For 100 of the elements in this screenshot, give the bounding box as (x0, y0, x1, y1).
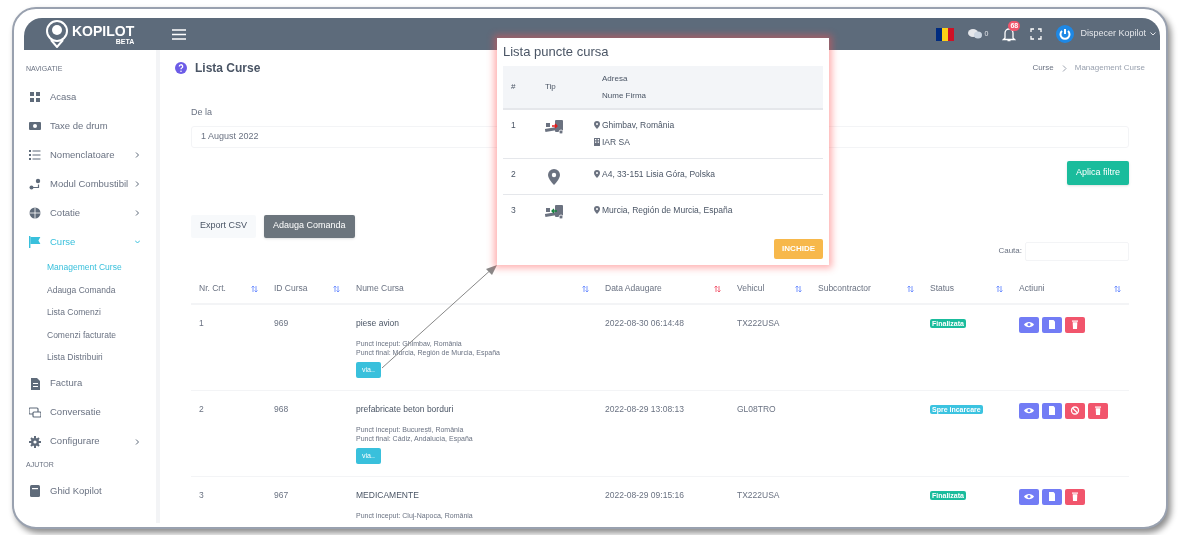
column-header: Nume Firma (602, 89, 647, 102)
help-icon[interactable] (175, 62, 187, 74)
document-icon (1047, 320, 1057, 329)
column-header[interactable]: Data Adaugare (605, 282, 662, 295)
sidebar-item[interactable]: Conversatie (24, 398, 156, 427)
modal-title: Lista puncte cursa (503, 43, 610, 61)
table-cell-text: 3 (510, 203, 517, 217)
address-text: Ghimbav, România (602, 119, 675, 132)
table-cell-text: 2 (510, 167, 517, 181)
action-button[interactable] (1065, 316, 1085, 333)
bell-icon[interactable] (1002, 26, 1017, 42)
chevron-right-icon (135, 210, 140, 216)
course-name: piese avion (356, 316, 399, 330)
company-name: IAR SA (602, 135, 630, 149)
grid-icon (29, 91, 41, 103)
chat-icon (29, 406, 41, 419)
column-header[interactable]: Status (930, 282, 955, 295)
action-button[interactable] (1042, 316, 1062, 333)
search-label: Cauta: (998, 245, 1022, 257)
user-avatar-icon[interactable] (1056, 25, 1075, 43)
trash-icon (1070, 320, 1080, 329)
chevron-right-icon (1061, 64, 1067, 72)
caret-icon (1150, 32, 1156, 36)
column-header[interactable]: ID Cursa (274, 282, 308, 295)
table-cell-text: 1 (510, 119, 517, 132)
user-menu[interactable]: Dispecer Kopilot (1080, 27, 1156, 41)
sort-icon[interactable] (996, 284, 1003, 293)
page-title: Lista Curse (195, 60, 261, 77)
add-order-button[interactable]: Adauga Comanda (264, 214, 355, 238)
action-button[interactable] (1042, 488, 1062, 505)
pilot-logo-icon (46, 20, 68, 48)
action-button[interactable] (1088, 402, 1108, 419)
column-header: Tip (544, 81, 557, 93)
sort-icon[interactable] (251, 284, 258, 293)
list-icon (29, 149, 41, 161)
sort-icon[interactable] (1114, 284, 1121, 293)
building-icon (594, 138, 600, 147)
submenu-item[interactable]: Lista Distribuiri (24, 346, 156, 369)
trash-icon (1093, 406, 1103, 415)
sort-icon[interactable] (795, 284, 802, 293)
truck-icon (543, 203, 565, 221)
fullscreen-icon[interactable] (1030, 28, 1043, 40)
table-cell-text: 2022-08-30 06:14:48 (604, 316, 685, 330)
sidebar-item[interactable]: Configurare (24, 427, 156, 456)
column-header[interactable]: Subcontractor (818, 282, 871, 295)
table-cell-text: 2 (198, 402, 205, 416)
column-header[interactable]: Actiuni (1019, 282, 1045, 295)
chat-icon[interactable] (967, 29, 982, 39)
document-icon (29, 377, 41, 390)
globe-icon (29, 207, 41, 219)
column-header[interactable]: Vehicul (737, 282, 765, 295)
chevron-down-icon (135, 239, 140, 245)
submenu-item[interactable]: Adauga Comanda (24, 279, 156, 302)
table-cell-text: 2022-08-29 13:08:13 (604, 402, 685, 416)
table-cell-text: 969 (273, 316, 290, 330)
column-header[interactable]: Nume Cursa (356, 282, 404, 295)
sidebar-item[interactable]: Taxe de drum (24, 111, 156, 141)
document-icon (1047, 492, 1057, 501)
sort-icon[interactable] (714, 284, 721, 293)
action-button[interactable] (1019, 316, 1039, 333)
sidebar-item[interactable]: Acasa (24, 82, 156, 112)
action-button[interactable] (1019, 488, 1039, 505)
banknote-icon (29, 120, 41, 132)
table-cell-text: 2022-08-29 09:15:16 (604, 488, 685, 502)
sidebar-item[interactable]: Factura (24, 369, 156, 398)
eye-icon (1024, 406, 1034, 415)
submenu-item[interactable]: Comenzi facturate (24, 324, 156, 347)
table-cell-text: 1 (198, 316, 205, 330)
export-csv-button[interactable]: Export CSV (191, 214, 257, 238)
sort-icon[interactable] (907, 284, 914, 293)
table-cell-text: 967 (273, 488, 290, 502)
column-header[interactable]: Nr. Crt. (199, 282, 226, 295)
breadcrumb-link[interactable]: Curse (1032, 62, 1054, 74)
table-cell-text: 3 (198, 488, 205, 502)
sidebar-item[interactable]: Modul Combustibil (24, 169, 156, 199)
logo-text: KOPILOT (72, 23, 135, 38)
sidebar-item[interactable]: Nomenclatoare (24, 140, 156, 170)
book-icon (29, 485, 41, 497)
action-button[interactable] (1065, 402, 1085, 419)
trash-icon (1070, 492, 1080, 501)
document-icon (1047, 406, 1057, 415)
table-cell-text: GL08TRO (736, 402, 777, 416)
submenu-item[interactable]: Lista Comenzi (24, 301, 156, 324)
action-button[interactable] (1019, 402, 1039, 419)
eye-icon (1024, 492, 1034, 501)
sidebar-item[interactable]: Ghid Kopilot (24, 476, 156, 506)
sort-icon[interactable] (333, 284, 340, 293)
action-button[interactable] (1042, 402, 1062, 419)
sidebar-item[interactable]: Cotatie (24, 198, 156, 228)
column-header: # (510, 81, 517, 93)
flag-icon (29, 236, 41, 248)
chevron-right-icon (135, 438, 140, 445)
table-cell-text: 968 (273, 402, 290, 416)
map-pin-icon (594, 121, 600, 130)
action-button[interactable] (1065, 488, 1085, 505)
column-header: Adresa (602, 72, 629, 85)
flag-icon[interactable] (935, 27, 954, 41)
menu-icon[interactable] (172, 28, 186, 40)
eye-icon (1024, 320, 1034, 329)
sort-icon[interactable] (582, 284, 589, 293)
